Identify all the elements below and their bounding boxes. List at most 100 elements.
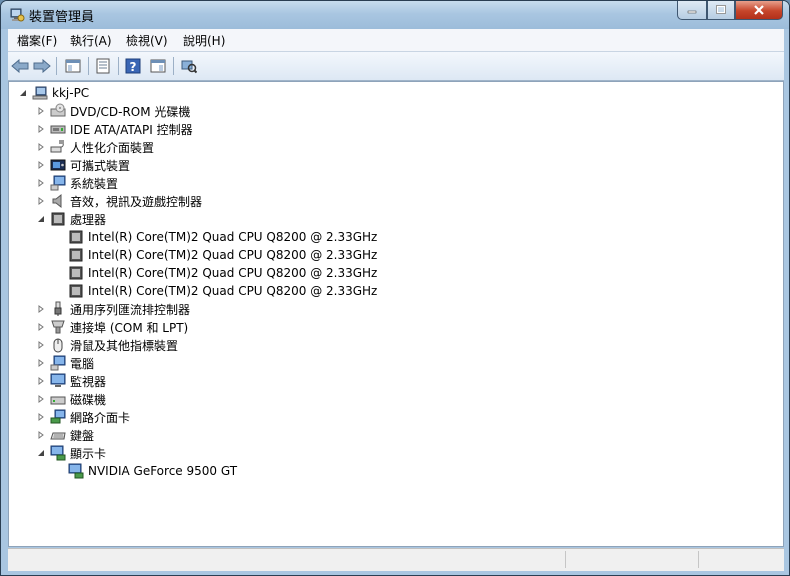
tree-node-ports[interactable]: 連接埠 (COM 和 LPT) bbox=[36, 318, 188, 336]
tree-node-display[interactable]: 顯示卡 bbox=[36, 444, 106, 462]
forward-button[interactable] bbox=[32, 56, 52, 76]
expand-arrow-icon[interactable] bbox=[36, 304, 46, 314]
hid-icon bbox=[50, 139, 66, 155]
device-tree[interactable]: kkj-PC DVD/CD-ROM 光碟機 IDE ATA/ATAPI 控制器 … bbox=[8, 81, 784, 547]
tree-node-label: 音效，視訊及遊戲控制器 bbox=[70, 194, 203, 209]
maximize-button[interactable] bbox=[707, 1, 735, 20]
tree-node-ide[interactable]: IDE ATA/ATAPI 控制器 bbox=[36, 120, 193, 138]
menu-bar: 檔案(F) 執行(A) 檢視(V) 說明(H) bbox=[8, 29, 784, 52]
tree-node-label: 鍵盤 bbox=[70, 428, 95, 443]
back-button[interactable] bbox=[10, 56, 30, 76]
display-adapter-icon bbox=[50, 445, 66, 461]
tree-node-system[interactable]: 系統裝置 bbox=[36, 174, 118, 192]
tree-node-label: 滑鼠及其他指標裝置 bbox=[70, 338, 179, 353]
tree-node-label: 連接埠 (COM 和 LPT) bbox=[70, 320, 189, 335]
expand-arrow-icon[interactable] bbox=[36, 142, 46, 152]
tree-node-label: 網路介面卡 bbox=[70, 410, 131, 425]
expand-arrow-icon[interactable] bbox=[36, 412, 46, 422]
toolbar-separator bbox=[118, 57, 119, 75]
speaker-icon bbox=[50, 193, 66, 209]
expand-arrow-icon[interactable] bbox=[36, 124, 46, 134]
expand-arrow-icon[interactable] bbox=[36, 394, 46, 404]
forward-arrow-icon bbox=[33, 59, 51, 73]
device-manager-app-icon bbox=[10, 8, 25, 22]
tree-node-label: kkj-PC bbox=[52, 86, 90, 100]
device-manager-window: 裝置管理員 檔案(F) 執行(A) 檢視(V) 說明(H) ? kkj-PC D… bbox=[0, 0, 790, 576]
close-button[interactable] bbox=[735, 1, 783, 20]
tree-node-mice[interactable]: 滑鼠及其他指標裝置 bbox=[36, 336, 178, 354]
tree-node-label: Intel(R) Core(TM)2 Quad CPU Q8200 @ 2.33… bbox=[88, 248, 378, 262]
tree-node-disk[interactable]: 磁碟機 bbox=[36, 390, 106, 408]
help-button[interactable]: ? bbox=[123, 56, 143, 76]
tree-node-label: Intel(R) Core(TM)2 Quad CPU Q8200 @ 2.33… bbox=[88, 230, 378, 244]
tree-node-label: 系統裝置 bbox=[70, 176, 119, 191]
toolbar-separator bbox=[56, 57, 57, 75]
tree-node-processors[interactable]: 處理器 bbox=[36, 210, 106, 228]
collapse-arrow-icon[interactable] bbox=[36, 214, 46, 224]
tree-node-dvd[interactable]: DVD/CD-ROM 光碟機 bbox=[36, 102, 190, 120]
tree-node-label: DVD/CD-ROM 光碟機 bbox=[70, 104, 191, 119]
collapse-arrow-icon[interactable] bbox=[36, 448, 46, 458]
system-device-icon bbox=[50, 175, 66, 191]
properties-button[interactable] bbox=[93, 56, 113, 76]
tree-node-cpu[interactable]: Intel(R) Core(TM)2 Quad CPU Q8200 @ 2.33… bbox=[68, 264, 377, 282]
scan-hardware-button[interactable] bbox=[179, 56, 199, 76]
tree-node-label: IDE ATA/ATAPI 控制器 bbox=[70, 122, 193, 137]
menu-help[interactable]: 說明(H) bbox=[183, 32, 225, 49]
window-title: 裝置管理員 bbox=[29, 10, 95, 25]
title-bar[interactable]: 裝置管理員 bbox=[1, 1, 789, 29]
tree-node-portable[interactable]: 可攜式裝置 bbox=[36, 156, 130, 174]
tree-node-cpu[interactable]: Intel(R) Core(TM)2 Quad CPU Q8200 @ 2.33… bbox=[68, 246, 377, 264]
minimize-icon bbox=[687, 10, 697, 14]
processor-icon bbox=[50, 211, 66, 227]
minimize-button[interactable] bbox=[677, 1, 707, 20]
tree-node-keyboard[interactable]: 鍵盤 bbox=[36, 426, 94, 444]
tree-node-network[interactable]: 網路介面卡 bbox=[36, 408, 130, 426]
tree-node-label: NVIDIA GeForce 9500 GT bbox=[88, 464, 238, 478]
ide-controller-icon bbox=[50, 121, 66, 137]
tree-node-sound[interactable]: 音效，視訊及遊戲控制器 bbox=[36, 192, 202, 210]
tree-node-label: 可攜式裝置 bbox=[70, 158, 131, 173]
monitor-icon bbox=[50, 373, 66, 389]
keyboard-icon bbox=[50, 427, 66, 443]
expand-arrow-icon[interactable] bbox=[36, 160, 46, 170]
tree-node-cpu[interactable]: Intel(R) Core(TM)2 Quad CPU Q8200 @ 2.33… bbox=[68, 282, 377, 300]
portable-device-icon bbox=[50, 157, 66, 173]
expand-arrow-icon[interactable] bbox=[36, 340, 46, 350]
expand-arrow-icon[interactable] bbox=[36, 178, 46, 188]
tree-node-computer[interactable]: 電腦 bbox=[36, 354, 94, 372]
usb-icon bbox=[50, 301, 66, 317]
properties-icon bbox=[96, 58, 110, 74]
menu-file[interactable]: 檔案(F) bbox=[17, 32, 57, 49]
tree-node-usb[interactable]: 通用序列匯流排控制器 bbox=[36, 300, 190, 318]
expand-arrow-icon[interactable] bbox=[36, 430, 46, 440]
tree-node-cpu[interactable]: Intel(R) Core(TM)2 Quad CPU Q8200 @ 2.33… bbox=[68, 228, 377, 246]
toolbar-separator bbox=[173, 57, 174, 75]
status-bar bbox=[8, 548, 784, 571]
show-hide-tree-icon bbox=[65, 59, 81, 73]
maximize-icon bbox=[716, 5, 726, 14]
action-pane-icon bbox=[150, 59, 166, 73]
tree-node-monitors[interactable]: 監視器 bbox=[36, 372, 106, 390]
computer-icon bbox=[32, 85, 48, 101]
expand-arrow-icon[interactable] bbox=[36, 358, 46, 368]
collapse-arrow-icon[interactable] bbox=[18, 88, 28, 98]
tree-node-label: 顯示卡 bbox=[70, 446, 107, 461]
tree-node-gpu[interactable]: NVIDIA GeForce 9500 GT bbox=[68, 462, 237, 480]
expand-arrow-icon[interactable] bbox=[36, 106, 46, 116]
tree-node-root[interactable]: kkj-PC bbox=[18, 84, 89, 102]
menu-action[interactable]: 執行(A) bbox=[70, 32, 112, 49]
expand-arrow-icon[interactable] bbox=[36, 196, 46, 206]
action-pane-button[interactable] bbox=[148, 56, 168, 76]
tree-node-hid[interactable]: 人性化介面裝置 bbox=[36, 138, 154, 156]
tree-node-label: Intel(R) Core(TM)2 Quad CPU Q8200 @ 2.33… bbox=[88, 266, 378, 280]
menu-view[interactable]: 檢視(V) bbox=[126, 32, 168, 49]
caption-buttons bbox=[677, 1, 783, 21]
show-hide-tree-button[interactable] bbox=[63, 56, 83, 76]
help-icon: ? bbox=[125, 58, 141, 74]
toolbar-separator bbox=[88, 57, 89, 75]
expand-arrow-icon[interactable] bbox=[36, 376, 46, 386]
processor-icon bbox=[68, 247, 84, 263]
port-icon bbox=[50, 319, 66, 335]
expand-arrow-icon[interactable] bbox=[36, 322, 46, 332]
